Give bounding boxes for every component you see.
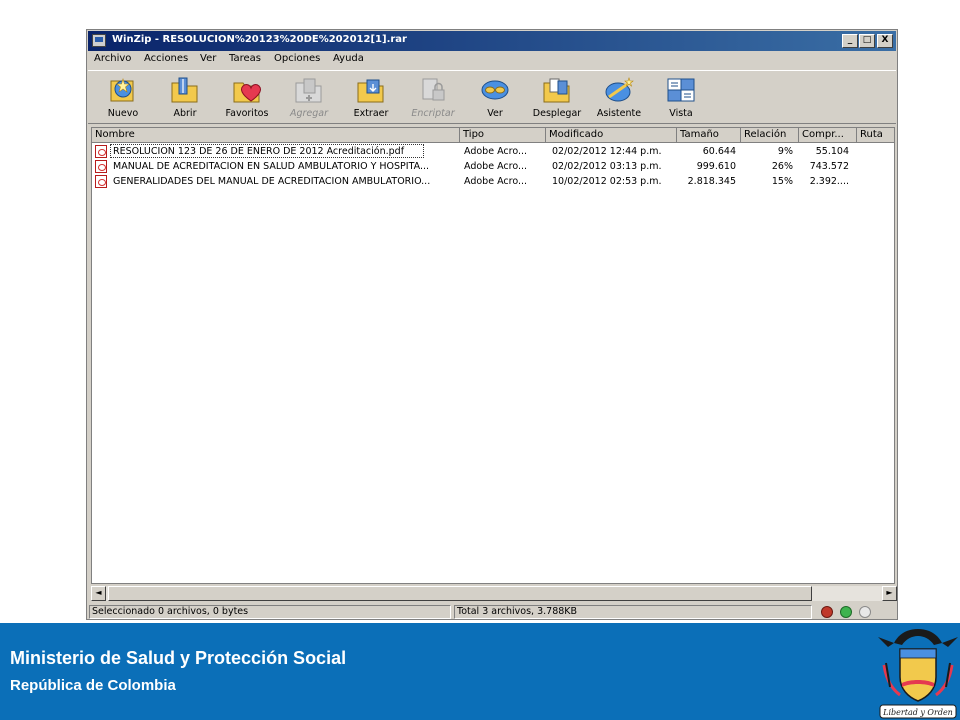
window-title: WinZip - RESOLUCION%20123%20DE%202012[1]…	[112, 34, 407, 45]
encrypt-icon	[422, 78, 445, 101]
winzip-window: WinZip - RESOLUCION%20123%20DE%202012[1]…	[86, 29, 898, 620]
scroll-right-button[interactable]: ►	[882, 586, 897, 601]
close-button[interactable]: X	[877, 34, 893, 48]
agregar-label: Agregar	[289, 108, 329, 119]
file-modified: 02/02/2012 03:13 p.m.	[552, 161, 662, 172]
file-type: Adobe Acro...	[464, 146, 528, 157]
file-packed: 55.104	[815, 146, 849, 157]
checkout-icon	[543, 78, 570, 103]
desplegar-button[interactable]: Desplegar	[526, 73, 588, 123]
file-row[interactable]: MANUAL DE ACREDITACION EN SALUD AMBULATO…	[92, 159, 894, 174]
ministry-footer: Ministerio de Salud y Protección Social …	[0, 623, 960, 720]
file-ratio: 15%	[771, 176, 793, 187]
ministry-name: Ministerio de Salud y Protección Social	[10, 648, 347, 668]
security-shield-icon	[821, 606, 833, 618]
encriptar-label: Encriptar	[411, 108, 455, 119]
file-packed: 743.572	[809, 161, 849, 172]
extract-icon	[357, 79, 384, 103]
file-type: Adobe Acro...	[464, 161, 528, 172]
column-comprimido[interactable]: Compr...	[799, 128, 857, 143]
encriptar-button[interactable]: Encriptar	[402, 73, 464, 123]
favorites-heart-icon	[233, 82, 261, 103]
asistente-button[interactable]: Asistente	[588, 73, 650, 123]
menu-ver[interactable]: Ver	[200, 53, 216, 64]
nuevo-button[interactable]: Nuevo	[92, 73, 154, 123]
view-glasses-icon	[481, 80, 509, 100]
open-folder-icon	[171, 77, 198, 103]
ver-label: Ver	[487, 108, 503, 119]
toolbar: Nuevo Abrir Favoritos Agregar Extraer En…	[88, 70, 896, 124]
nuevo-label: Nuevo	[107, 108, 139, 119]
minimize-button[interactable]: _	[842, 34, 858, 48]
file-row[interactable]: GENERALIDADES DEL MANUAL DE ACREDITACIÓN…	[92, 174, 894, 189]
column-tamano[interactable]: Tamaño	[677, 128, 741, 143]
scroll-left-button[interactable]: ◄	[91, 586, 106, 601]
horizontal-scrollbar[interactable]: ◄ ►	[91, 586, 897, 601]
asistente-label: Asistente	[596, 108, 642, 119]
winzip-app-icon[interactable]	[92, 34, 106, 47]
file-list[interactable]: Nombre Tipo Modificado Tamaño Relación C…	[91, 127, 895, 584]
menu-archivo[interactable]: Archivo	[94, 53, 131, 64]
country-name: República de Colombia	[10, 677, 176, 694]
column-nombre[interactable]: Nombre	[92, 128, 460, 143]
file-modified: 02/02/2012 12:44 p.m.	[552, 146, 662, 157]
scroll-thumb[interactable]	[108, 586, 812, 601]
file-name: GENERALIDADES DEL MANUAL DE ACREDITACIÓN…	[113, 176, 431, 187]
desplegar-label: Desplegar	[532, 108, 582, 119]
view-style-icon	[667, 78, 695, 102]
gray-light-icon	[859, 606, 871, 618]
vista-label: Vista	[669, 108, 693, 119]
pdf-file-icon	[95, 145, 107, 158]
column-modificado[interactable]: Modificado	[546, 128, 677, 143]
file-modified: 10/02/2012 02:53 p.m.	[552, 176, 662, 187]
menu-tareas[interactable]: Tareas	[229, 53, 261, 64]
column-tipo[interactable]: Tipo	[460, 128, 546, 143]
agregar-button[interactable]: Agregar	[278, 73, 340, 123]
title-bar[interactable]: WinZip - RESOLUCION%20123%20DE%202012[1]…	[88, 31, 896, 51]
abrir-button[interactable]: Abrir	[154, 73, 216, 123]
green-light-icon	[840, 606, 852, 618]
favoritos-button[interactable]: Favoritos	[216, 73, 278, 123]
wizard-icon	[605, 77, 634, 102]
pdf-file-icon	[95, 160, 107, 173]
maximize-button[interactable]: □	[859, 34, 875, 48]
list-header: Nombre Tipo Modificado Tamaño Relación C…	[92, 128, 894, 143]
pdf-file-icon	[95, 175, 107, 188]
ver-button[interactable]: Ver	[464, 73, 526, 123]
menu-ayuda[interactable]: Ayuda	[333, 53, 364, 64]
file-size: 999.610	[696, 161, 736, 172]
status-total: Total 3 archivos, 3.788KB	[454, 605, 812, 619]
status-bar: Seleccionado 0 archivos, 0 bytes Total 3…	[88, 604, 896, 619]
file-size: 2.818.345	[687, 176, 736, 187]
file-packed: 2.392....	[809, 176, 849, 187]
file-name: RESOLUCION 123 DE 26 DE ENERO DE 2012 Ac…	[113, 146, 405, 157]
colombia-coat-of-arms-icon: Libertad y Orden	[878, 629, 958, 719]
column-ruta[interactable]: Ruta	[857, 128, 894, 143]
extraer-button[interactable]: Extraer	[340, 73, 402, 123]
abrir-label: Abrir	[173, 108, 197, 119]
favoritos-label: Favoritos	[225, 108, 269, 119]
emblem-motto: Libertad y Orden	[882, 708, 953, 717]
status-selected: Seleccionado 0 archivos, 0 bytes	[89, 605, 451, 619]
vista-button[interactable]: Vista	[650, 73, 712, 123]
menu-acciones[interactable]: Acciones	[144, 53, 188, 64]
menu-opciones[interactable]: Opciones	[274, 53, 320, 64]
new-archive-icon	[110, 77, 134, 102]
file-name: MANUAL DE ACREDITACION EN SALUD AMBULATO…	[113, 161, 430, 172]
file-row[interactable]: RESOLUCION 123 DE 26 DE ENERO DE 2012 Ac…	[92, 144, 894, 159]
extraer-label: Extraer	[353, 108, 389, 119]
column-relacion[interactable]: Relación	[741, 128, 799, 143]
file-ratio: 9%	[777, 146, 793, 157]
file-type: Adobe Acro...	[464, 176, 528, 187]
file-size: 60.644	[702, 146, 736, 157]
add-files-icon	[295, 78, 322, 103]
menu-bar: Archivo Acciones Ver Tareas Opciones Ayu…	[88, 51, 896, 68]
file-ratio: 26%	[771, 161, 793, 172]
